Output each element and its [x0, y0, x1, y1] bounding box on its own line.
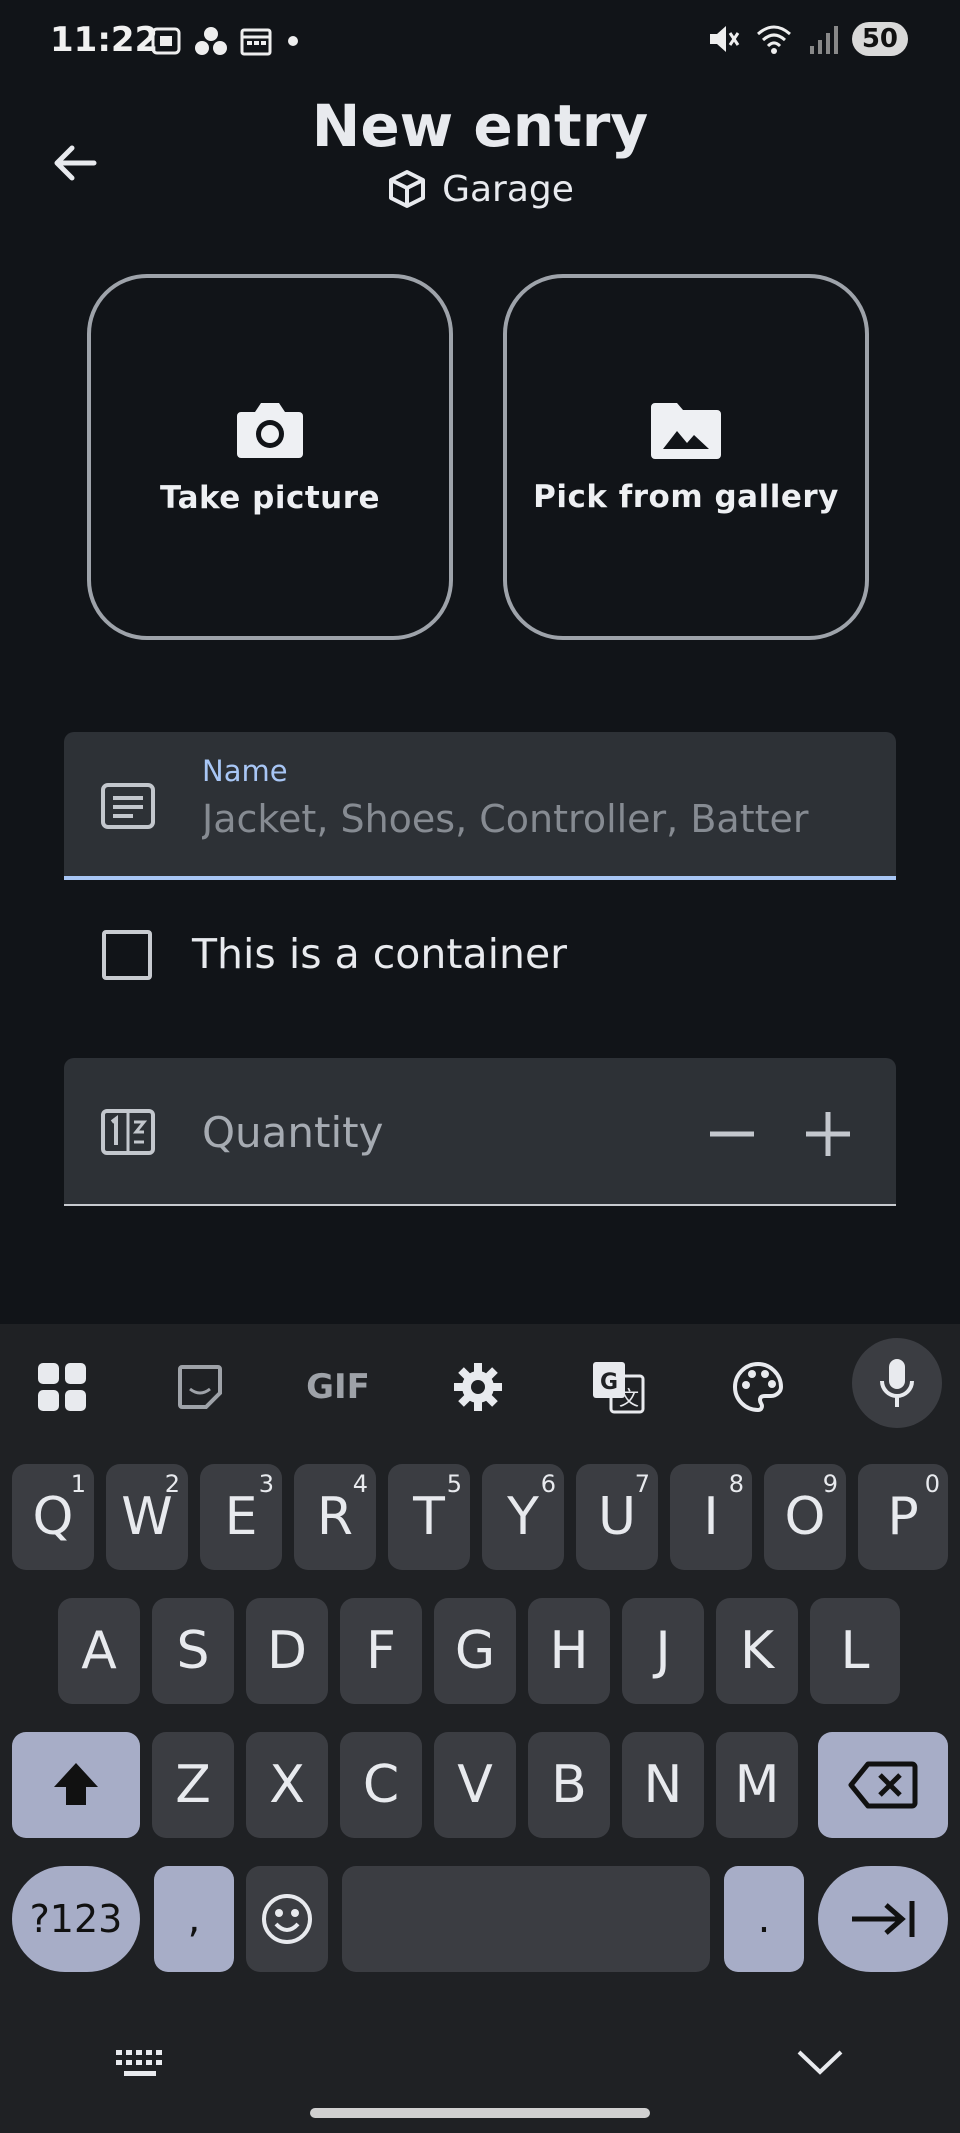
symbols-key[interactable]: ?123 [12, 1866, 140, 1972]
page-title: New entry [311, 92, 649, 160]
voice-input-button[interactable] [852, 1338, 942, 1428]
battery-indicator: 50 [851, 22, 908, 56]
palette-icon [733, 1361, 784, 1413]
key-v[interactable]: V [434, 1732, 516, 1838]
key-r[interactable]: R4 [294, 1464, 376, 1570]
theme-button[interactable] [718, 1352, 798, 1422]
emoji-icon [262, 1894, 312, 1944]
key-l[interactable]: L [810, 1598, 900, 1704]
key-k[interactable]: K [716, 1598, 798, 1704]
key-d[interactable]: D [246, 1598, 328, 1704]
emoji-key[interactable] [246, 1866, 328, 1972]
shift-key[interactable] [12, 1732, 140, 1838]
tab-arrow-icon [852, 1901, 915, 1937]
translate-icon: G文 [593, 1362, 645, 1414]
decrement-button[interactable] [702, 1104, 762, 1164]
key-t[interactable]: T5 [388, 1464, 470, 1570]
apps-icon [38, 1363, 86, 1411]
location-name: Garage [442, 168, 574, 210]
pick-from-gallery-label: Pick from gallery [533, 479, 839, 515]
gear-icon [454, 1363, 502, 1411]
key-q[interactable]: Q1 [12, 1464, 94, 1570]
notification-dot-icon [288, 36, 298, 46]
take-picture-button[interactable]: Take picture [87, 274, 453, 640]
status-time: 11:22 [50, 20, 159, 60]
screenshot-icon [151, 27, 181, 55]
comma-key[interactable]: , [154, 1866, 234, 1972]
key-f[interactable]: F [340, 1598, 422, 1704]
chevron-down-icon [797, 2050, 843, 2075]
mic-icon [880, 1359, 914, 1407]
mute-icon [709, 26, 740, 52]
backspace-icon [848, 1761, 918, 1809]
key-b[interactable]: B [528, 1732, 610, 1838]
numbers-icon [101, 1109, 155, 1155]
key-w[interactable]: W2 [106, 1464, 188, 1570]
signal-icon [809, 26, 838, 54]
name-input[interactable] [202, 794, 872, 844]
container-checkbox[interactable] [102, 930, 152, 980]
status-icons-right: 50 [706, 22, 908, 56]
folder-image-icon [651, 403, 721, 459]
key-y[interactable]: Y6 [482, 1464, 564, 1570]
sticker-button[interactable] [160, 1352, 240, 1422]
wifi-icon [756, 25, 791, 54]
keyboard-switch-button[interactable] [110, 2044, 170, 2084]
plus-icon [806, 1112, 850, 1156]
key-m[interactable]: M [716, 1732, 798, 1838]
camera-icon [237, 403, 303, 458]
location-subtitle: Garage [0, 168, 960, 210]
settings-button[interactable] [438, 1352, 518, 1422]
backspace-key[interactable] [818, 1732, 948, 1838]
key-a[interactable]: A [58, 1598, 140, 1704]
quantity-field[interactable]: Quantity [64, 1058, 896, 1206]
key-g[interactable]: G [434, 1598, 516, 1704]
name-field[interactable]: Name [64, 732, 896, 880]
key-h[interactable]: H [528, 1598, 610, 1704]
take-picture-label: Take picture [159, 480, 381, 516]
keyboard-icon [116, 2050, 162, 2076]
increment-button[interactable] [798, 1104, 858, 1164]
key-i[interactable]: I8 [670, 1464, 752, 1570]
key-p[interactable]: P0 [858, 1464, 948, 1570]
translate-button[interactable]: G文 [578, 1352, 658, 1422]
cube-icon [389, 170, 426, 208]
dots-icon [195, 27, 227, 55]
gif-button[interactable]: GIF [298, 1352, 378, 1422]
period-key[interactable]: . [724, 1866, 804, 1972]
container-checkbox-label[interactable]: This is a container [192, 930, 567, 978]
sticker-icon [178, 1365, 222, 1409]
calendar-icon [240, 28, 272, 56]
key-n[interactable]: N [622, 1732, 704, 1838]
space-key[interactable] [342, 1866, 710, 1972]
key-c[interactable]: C [340, 1732, 422, 1838]
notes-icon [101, 783, 155, 829]
gif-label: GIF [306, 1367, 370, 1407]
status-icons-left [150, 26, 302, 56]
name-field-label: Name [202, 754, 288, 788]
key-z[interactable]: Z [152, 1732, 234, 1838]
key-s[interactable]: S [152, 1598, 234, 1704]
svg-text:G: G [600, 1370, 618, 1395]
next-key[interactable] [818, 1866, 948, 1972]
minus-icon [710, 1131, 754, 1137]
key-u[interactable]: U7 [576, 1464, 658, 1570]
quantity-label: Quantity [202, 1108, 384, 1157]
key-o[interactable]: O9 [764, 1464, 846, 1570]
hide-keyboard-button[interactable] [790, 2036, 850, 2086]
keyboard: GIF G文 Q1 W2 E3 R4 T5 Y6 U7 I8 O9 P0 A S… [0, 1324, 960, 2133]
home-indicator[interactable] [310, 2108, 650, 2118]
apps-button[interactable] [22, 1352, 102, 1422]
pick-from-gallery-button[interactable]: Pick from gallery [503, 274, 869, 640]
key-x[interactable]: X [246, 1732, 328, 1838]
shift-icon [54, 1763, 98, 1805]
key-e[interactable]: E3 [200, 1464, 282, 1570]
svg-text:文: 文 [619, 1386, 639, 1410]
key-j[interactable]: J [622, 1598, 704, 1704]
